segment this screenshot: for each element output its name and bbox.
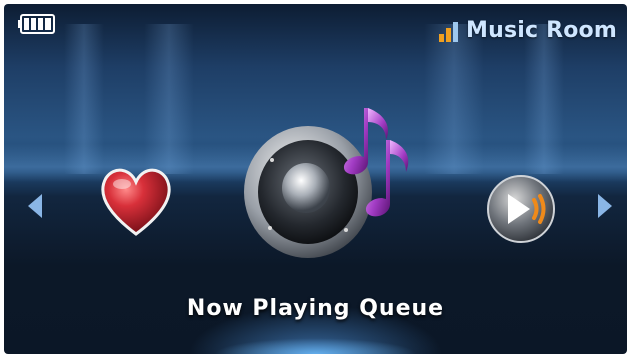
play-forward-icon[interactable] bbox=[482, 170, 560, 248]
floor-glow bbox=[214, 338, 417, 354]
status-right: Music Room bbox=[438, 18, 617, 43]
battery-full-icon bbox=[18, 14, 55, 34]
selected-item-label: Now Playing Queue bbox=[186, 296, 445, 321]
signal-bars-icon bbox=[439, 21, 459, 42]
music-room-screen: Music Room Now Playing Queue bbox=[4, 4, 627, 354]
room-title: Music Room bbox=[466, 18, 617, 43]
speaker-music-notes-icon[interactable] bbox=[236, 100, 416, 278]
heart-icon[interactable] bbox=[96, 162, 176, 240]
arrow-left-icon[interactable] bbox=[26, 192, 44, 220]
arrow-right-icon[interactable] bbox=[596, 192, 614, 220]
